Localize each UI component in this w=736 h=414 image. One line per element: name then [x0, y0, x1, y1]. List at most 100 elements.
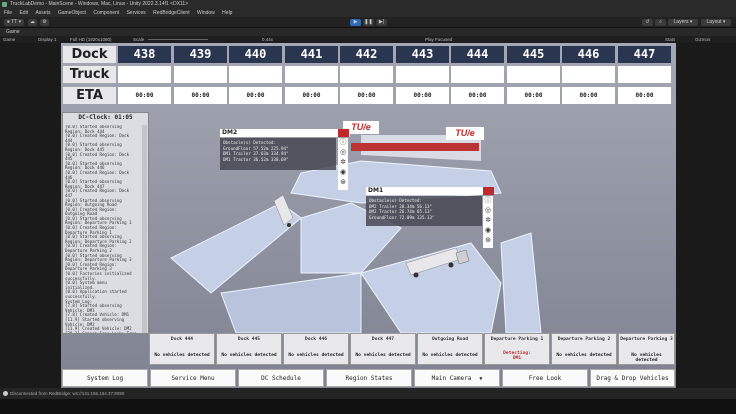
play-focused-dropdown[interactable]: Play Focused	[425, 36, 452, 43]
dock-doors	[351, 143, 479, 151]
cloud-icon[interactable]: ☁	[28, 19, 37, 26]
vehicle-label-dm2: DM2	[220, 129, 350, 137]
eta-cell: 00:00	[118, 87, 171, 104]
menu-redbridgeclient[interactable]: RedBridgeClient	[153, 10, 189, 16]
region-status: No vehicles detected	[221, 353, 277, 358]
region-card-departure-parking-3: Departure Parking 3 No vehicles detected	[618, 333, 675, 365]
free-look-button[interactable]: Free Look	[502, 369, 588, 387]
layers-dropdown[interactable]: Layers ▾	[668, 19, 698, 26]
eta-cell: 00:00	[174, 87, 227, 104]
chevron-down-icon: ▼	[479, 376, 483, 382]
camera-icon[interactable]: ◎	[483, 206, 493, 216]
truck-cell	[562, 66, 615, 83]
eta-cell: 00:00	[618, 87, 671, 104]
layout-dropdown[interactable]: Layout ▾	[701, 19, 731, 26]
region-name: Dock 445	[237, 337, 261, 342]
resolution-dropdown[interactable]: Full HD (1920x1080)	[70, 36, 112, 43]
eta-cell: 00:00	[285, 87, 338, 104]
menu-edit[interactable]: Edit	[19, 10, 28, 16]
settings-icon[interactable]: ✲	[483, 216, 493, 226]
collab-icon[interactable]: ⚙	[40, 19, 49, 26]
vehicle-alert-dm2	[338, 129, 349, 137]
search-icon[interactable]: ⌕	[655, 19, 666, 26]
settings-icon[interactable]: ✲	[338, 158, 348, 168]
camera-icon[interactable]: ◎	[338, 148, 348, 158]
menu-gameobject[interactable]: GameObject	[58, 10, 86, 16]
play-button[interactable]: ▶	[350, 19, 361, 26]
truck-cell	[118, 66, 171, 83]
region-card-departure-parking-1: Departure Parking 1 Detecting: DM1	[484, 333, 550, 365]
tab-game[interactable]: Game	[6, 29, 20, 35]
eta-cell: 00:00	[507, 87, 560, 104]
dc-clock: DC-Clock: 01:05	[78, 114, 133, 121]
menu-file[interactable]: File	[4, 10, 12, 16]
game-view-bar: Game Display 1 Full HD (1920x1080) Scale…	[0, 36, 736, 43]
history-icon[interactable]: ↺	[642, 19, 653, 26]
service-menu-button[interactable]: Service Menu	[150, 369, 236, 387]
scale-label: Scale	[133, 37, 145, 42]
menu-assets[interactable]: Assets	[35, 10, 50, 16]
editor-status-bar: Disconnected from RedBridge: ws://131.15…	[0, 388, 736, 399]
eta-cell: 00:00	[562, 87, 615, 104]
dock-number: 447	[618, 46, 671, 63]
game-mode-dropdown[interactable]: Game	[3, 36, 15, 43]
display-dropdown[interactable]: Display 1	[38, 36, 57, 43]
row-label-truck: Truck	[63, 66, 116, 83]
eta-cell: 00:00	[229, 87, 282, 104]
menu-window[interactable]: Window	[197, 10, 215, 16]
region-name: Departure Parking 1	[490, 337, 544, 342]
truck-cell	[507, 66, 560, 83]
info-icon[interactable]: ⓘ	[338, 138, 348, 148]
vehicle-icons-dm2: ⓘ ◎ ✲ ◉ ⊛	[338, 138, 348, 190]
main-camera-dropdown[interactable]: Main Camera ▼	[414, 369, 500, 387]
scale-slider[interactable]	[148, 39, 208, 40]
menu-component[interactable]: Component	[93, 10, 119, 16]
truck-cell	[340, 66, 393, 83]
gizmos-button[interactable]: Gizmos	[695, 36, 710, 43]
region-states-button[interactable]: Region States	[326, 369, 412, 387]
row-label-dock: Dock	[63, 46, 116, 63]
region-name: Departure Parking 2	[557, 337, 611, 342]
dock-number: 439	[174, 46, 227, 63]
unity-app-icon	[2, 2, 7, 7]
stats-button[interactable]: Stats	[665, 36, 675, 43]
steering-icon[interactable]: ⊛	[483, 236, 493, 246]
system-log-button[interactable]: System Log	[62, 369, 148, 387]
truck-cell	[451, 66, 504, 83]
dock-number: 442	[340, 46, 393, 63]
menu-bar: File Edit Assets GameObject Component Se…	[0, 9, 736, 17]
menu-services[interactable]: Services	[127, 10, 146, 16]
info-header: Obstacle(s) Detected:	[369, 198, 422, 203]
dock-number: 440	[229, 46, 282, 63]
step-button[interactable]: ▶|	[376, 19, 387, 26]
dc-schedule-button[interactable]: DC Schedule	[238, 369, 324, 387]
eta-cell: 00:00	[451, 87, 504, 104]
truck-cell	[229, 66, 282, 83]
status-message: Disconnected from RedBridge: ws://131.15…	[10, 391, 125, 396]
eye-icon[interactable]: ◉	[483, 226, 493, 236]
account-button[interactable]: ● TT ▾	[4, 19, 24, 26]
region-card-outgoing-road: Outgoing Road No vehicles detected	[417, 333, 483, 365]
eye-icon[interactable]: ◉	[338, 168, 348, 178]
region-card-dock-445: Dock 445 No vehicles detected	[216, 333, 282, 365]
truck-cell	[174, 66, 227, 83]
log-scrollbar[interactable]	[142, 125, 147, 333]
menu-help[interactable]: Help	[222, 10, 232, 16]
region-status: No vehicles detected	[288, 353, 344, 358]
region-status: No vehicles detected	[631, 353, 662, 363]
vehicle-info-dm2: Obstacle(s) Detected: GroundFloor 57.52m…	[220, 138, 336, 170]
dock-number: 444	[451, 46, 504, 63]
dock-number: 438	[118, 46, 171, 63]
region-card-dock-444: Dock 444 No vehicles detected	[149, 333, 215, 365]
drag-drop-vehicles-button[interactable]: Drag & Drop Vehicles	[590, 369, 675, 387]
info-icon[interactable]: ⓘ	[483, 196, 493, 206]
window-title-bar: TruckLabDemo - MainScene - Windows, Mac,…	[0, 0, 736, 9]
dock-number: 441	[285, 46, 338, 63]
editor-toolbar: ● TT ▾ ☁ ⚙ ▶ ❚❚ ▶| ↺ ⌕ Layers ▾ Layout ▾	[0, 17, 736, 28]
eta-cell: 00:00	[340, 87, 393, 104]
pause-button[interactable]: ❚❚	[363, 19, 374, 26]
log-text: [0.0] Started observing Region: Dock 444…	[65, 125, 136, 333]
region-status: No vehicles detected	[355, 353, 411, 358]
region-status: No vehicles detected	[154, 353, 210, 358]
steering-icon[interactable]: ⊛	[338, 178, 348, 188]
